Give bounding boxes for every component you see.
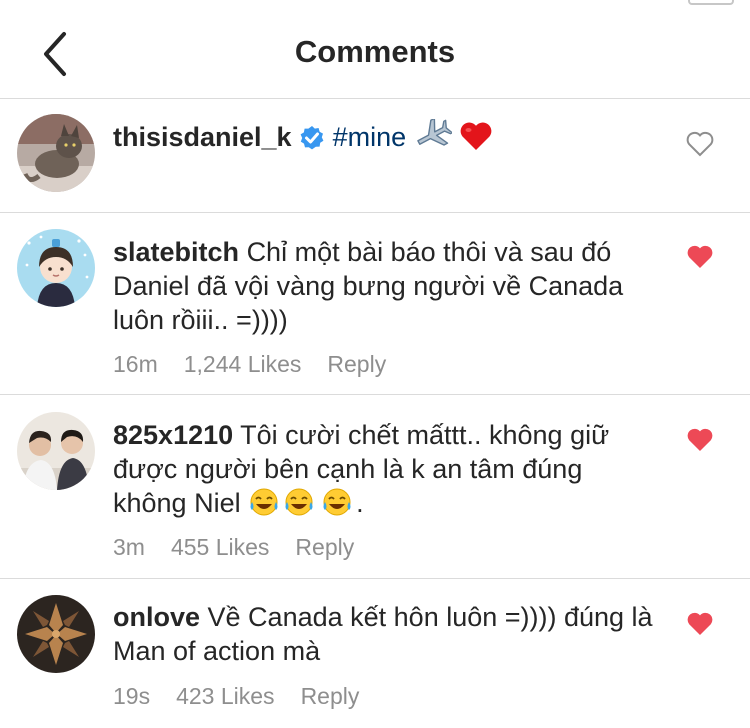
avatar[interactable] [17,412,95,490]
avatar-photo-image [17,412,95,490]
avatar-pattern-image [17,595,95,673]
page-title: Comments [294,34,456,69]
airplane-icon [416,119,452,146]
avatar-cat-image [17,114,95,192]
tears-of-joy-icon [285,488,313,516]
comment-text: slatebitch Chỉ một bài báo thôi và sau đ… [113,235,661,337]
like-button[interactable] [686,244,714,270]
like-button[interactable] [686,611,714,637]
red-heart-icon [460,122,492,150]
caption-text: thisisdaniel_k #mine [113,119,661,154]
reply-button[interactable]: Reply [327,351,386,377]
comment-item: 825x1210 Tôi cười chết mấttt.. không giữ… [0,395,750,579]
comment-item: onlove Về Canada kết hôn luôn =)))) đúng… [0,579,750,728]
comment-likes[interactable]: 423 Likes [176,683,274,709]
comment-time: 3m [113,534,145,560]
avatar-cartoon-image [17,229,95,307]
reply-button[interactable]: Reply [295,534,354,560]
comment-username[interactable]: 825x1210 [113,420,233,450]
tears-of-joy-icon [250,488,278,516]
comment-message-end: . [356,488,364,518]
comment-meta: 3m 455 Likes Reply [113,534,380,561]
comment-time: 16m [113,351,158,377]
corner-tab [688,0,734,5]
reply-button[interactable]: Reply [301,683,360,709]
caption-username[interactable]: thisisdaniel_k [113,122,292,152]
avatar[interactable] [17,595,95,673]
heart-filled-icon [687,612,713,635]
like-button[interactable] [686,131,714,157]
like-button[interactable] [686,427,714,453]
avatar[interactable] [17,229,95,307]
caption: thisisdaniel_k #mine [0,99,750,213]
comment-meta: 19s 423 Likes Reply [113,683,385,710]
comment-likes[interactable]: 455 Likes [171,534,269,560]
tears-of-joy-icon [323,488,351,516]
comment-item: slatebitch Chỉ một bài báo thôi và sau đ… [0,213,750,395]
top-bar: Comments [0,0,750,99]
heart-filled-icon [687,245,713,268]
caption-hashtag[interactable]: #mine [333,122,407,152]
comment-time: 19s [113,683,151,709]
heart-outline-icon [686,131,714,157]
comment-meta: 16m 1,244 Likes Reply [113,351,412,378]
comment-username[interactable]: slatebitch [113,237,239,267]
heart-filled-icon [687,428,713,451]
verified-badge-icon [300,126,324,150]
avatar[interactable] [17,114,95,192]
comment-text: onlove Về Canada kết hôn luôn =)))) đúng… [113,600,661,668]
comment-likes[interactable]: 1,244 Likes [184,351,302,377]
comment-text: 825x1210 Tôi cười chết mấttt.. không giữ… [113,418,661,520]
comment-username[interactable]: onlove [113,602,200,632]
